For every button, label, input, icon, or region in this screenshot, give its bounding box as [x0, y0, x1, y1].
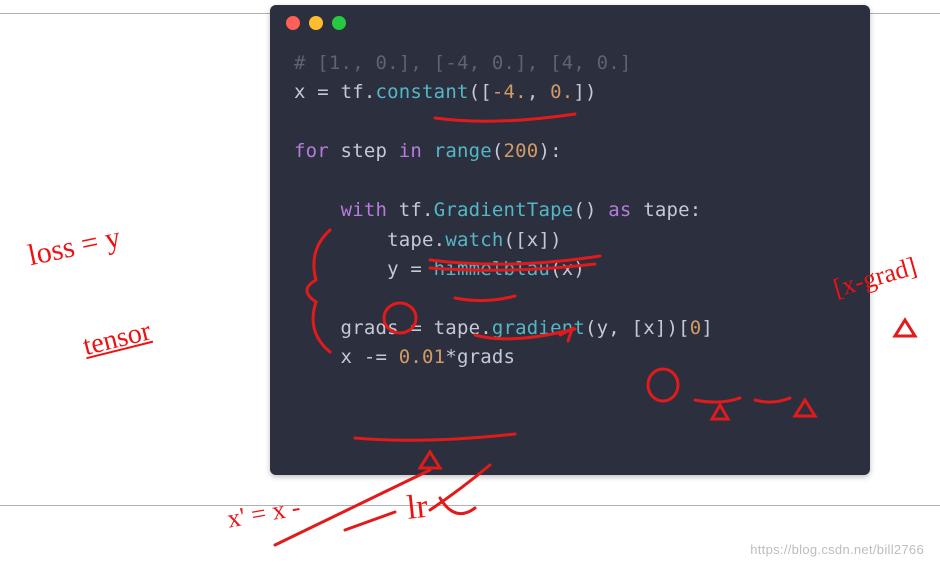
minimize-icon[interactable]	[309, 16, 323, 30]
code-line: with tf.GradientTape() as tape:	[294, 196, 846, 225]
code-line: grads = tape.gradient(y, [x])[0]	[294, 314, 846, 343]
annotation-tensor: tensor	[80, 315, 154, 363]
code-line	[294, 167, 846, 196]
annotation-loss: loss = y	[25, 221, 124, 274]
code-block: # [1., 0.], [-4, 0.], [4, 0.]x = tf.cons…	[270, 41, 870, 373]
window-titlebar	[270, 5, 870, 41]
code-line: x = tf.constant([-4., 0.])	[294, 78, 846, 107]
zoom-icon[interactable]	[332, 16, 346, 30]
code-line	[294, 285, 846, 314]
code-line: x -= 0.01*grads	[294, 343, 846, 372]
code-line	[294, 108, 846, 137]
code-window: # [1., 0.], [-4, 0.], [4, 0.]x = tf.cons…	[270, 5, 870, 475]
code-line: tape.watch([x])	[294, 226, 846, 255]
close-icon[interactable]	[286, 16, 300, 30]
annotation-lr: lr	[405, 488, 430, 528]
code-line: for step in range(200):	[294, 137, 846, 166]
annotation-xprime: x' = x -	[225, 492, 303, 534]
code-line: y = himmelblau(x)	[294, 255, 846, 284]
watermark: https://blog.csdn.net/bill2766	[750, 542, 924, 557]
code-line: # [1., 0.], [-4, 0.], [4, 0.]	[294, 49, 846, 78]
